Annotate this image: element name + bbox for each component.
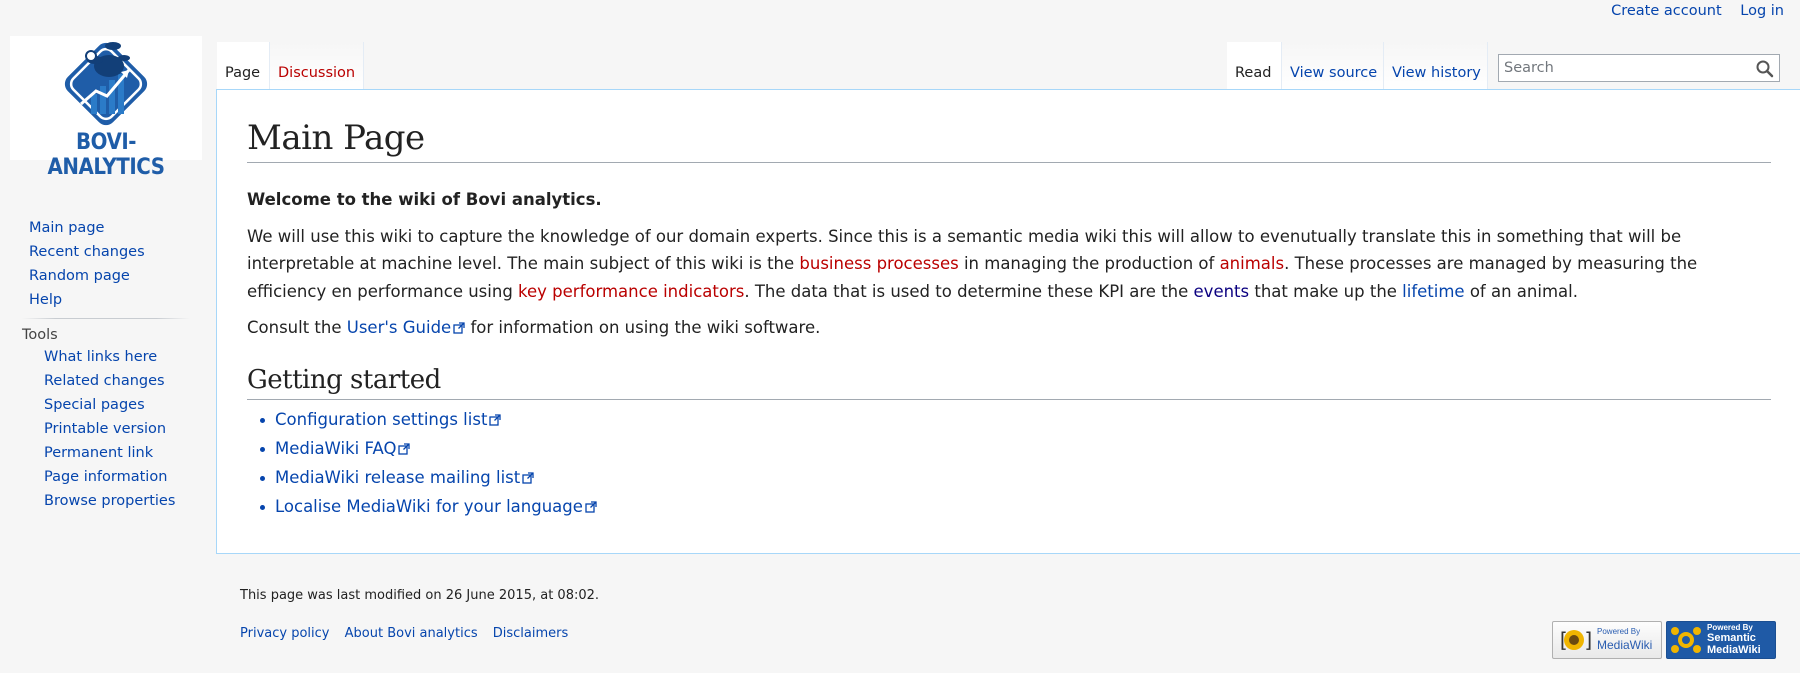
list-item: MediaWiki FAQ [260, 434, 597, 463]
business-processes-link[interactable]: business processes [799, 254, 958, 273]
sidebar-item-help: Help [29, 288, 200, 312]
site-logo[interactable]: BOVI-ANALYTICS [10, 36, 202, 180]
tab-read-label: Read [1235, 65, 1272, 81]
intro-text-4: . The data that is used to determine the… [744, 281, 1194, 301]
sidebar-item-browse-properties: Browse properties [44, 489, 200, 513]
users-guide-label: User's Guide [346, 318, 452, 337]
animals-link[interactable]: animals [1220, 254, 1285, 273]
badge-mw-line1: Powered By [1597, 627, 1641, 636]
browse-properties-link[interactable]: Browse properties [44, 493, 175, 509]
list-item: Configuration settings list [260, 405, 597, 434]
list-item: MediaWiki release mailing list [260, 463, 597, 492]
badge-smw-line3: MediaWiki [1707, 644, 1761, 656]
external-link-icon [522, 472, 534, 484]
release-mailing-list-link[interactable]: MediaWiki release mailing list [275, 468, 534, 487]
badge-mw-line2: MediaWiki [1597, 638, 1653, 652]
localise-mediawiki-label: Localise MediaWiki for your language [275, 497, 583, 516]
external-link-icon [453, 322, 465, 334]
welcome-text: Welcome to the wiki of Bovi analytics. [247, 190, 602, 209]
tab-view-history[interactable]: View history [1384, 42, 1488, 90]
mediawiki-faq-label: MediaWiki FAQ [275, 439, 397, 458]
powered-by-mediawiki-badge[interactable]: [ ] Powered By MediaWiki [1552, 621, 1662, 659]
sidebar-item-permanent-link: Permanent link [44, 441, 200, 465]
tab-view-source-label: View source [1290, 65, 1378, 81]
external-link-icon [398, 443, 411, 455]
mediawiki-faq-link[interactable]: MediaWiki FAQ [275, 439, 411, 458]
permanent-link[interactable]: Permanent link [44, 445, 153, 461]
search-box [1498, 54, 1780, 82]
sidebar-item-special-pages: Special pages [44, 393, 200, 417]
smw-network-icon [1671, 627, 1701, 653]
footer-links: Privacy policy About Bovi analytics Disc… [240, 626, 579, 641]
help-link[interactable]: Help [29, 292, 62, 308]
sidebar-item-printable-version: Printable version [44, 417, 200, 441]
tools-list: What links here Related changes Special … [0, 345, 200, 513]
sidebar-item-related-changes: Related changes [44, 369, 200, 393]
page-information-link[interactable]: Page information [44, 469, 167, 485]
intro-text-5: that make up the [1249, 281, 1403, 301]
tab-read[interactable]: Read [1227, 42, 1282, 90]
intro-text-6: of an animal. [1464, 281, 1578, 301]
tools-heading: Tools [22, 327, 58, 343]
personal-tools: Create account Log in [1597, 3, 1784, 19]
recent-changes-link[interactable]: Recent changes [29, 244, 145, 260]
body-text: Welcome to the wiki of Bovi analytics. W… [247, 186, 1774, 351]
configuration-settings-label: Configuration settings list [275, 410, 488, 429]
intro-paragraph: We will use this wiki to capture the kno… [247, 223, 1774, 306]
sidebar-divider [22, 318, 190, 319]
privacy-policy-link[interactable]: Privacy policy [240, 626, 329, 641]
external-link-icon [585, 501, 597, 513]
getting-started-heading: Getting started [247, 362, 1771, 400]
last-modified-text: This page was last modified on 26 June 2… [240, 588, 600, 603]
badge-smw-line1: Powered By [1707, 623, 1753, 632]
printable-version-link[interactable]: Printable version [44, 421, 166, 437]
svg-text:]: ] [1583, 628, 1591, 652]
tab-view-source[interactable]: View source [1282, 42, 1384, 90]
log-in-link[interactable]: Log in [1740, 3, 1784, 19]
tab-view-history-label: View history [1392, 65, 1481, 81]
create-account-link[interactable]: Create account [1611, 3, 1722, 19]
tab-discussion[interactable]: Discussion [270, 42, 364, 90]
events-link[interactable]: events [1194, 282, 1250, 301]
special-pages-link[interactable]: Special pages [44, 397, 145, 413]
consult-paragraph: Consult the User's Guide for information… [247, 314, 1774, 342]
localise-mediawiki-link[interactable]: Localise MediaWiki for your language [275, 497, 597, 516]
consult-text-2: for information on using the wiki softwa… [465, 318, 821, 337]
page-title: Main Page [247, 116, 1771, 163]
intro-text-2: in managing the production of [958, 254, 1220, 273]
tab-discussion-label: Discussion [278, 65, 356, 81]
sidebar-item-page-information: Page information [44, 465, 200, 489]
related-changes-link[interactable]: Related changes [44, 373, 165, 389]
main-page-link[interactable]: Main page [29, 220, 104, 236]
external-link-icon [489, 414, 502, 426]
tab-page-label: Page [225, 65, 261, 81]
lifetime-link[interactable]: lifetime [1402, 282, 1464, 301]
sidebar-item-recent-changes: Recent changes [29, 240, 200, 264]
logo-text: BOVI-ANALYTICS [47, 130, 165, 180]
main-content: Main Page Welcome to the wiki of Bovi an… [216, 89, 1800, 554]
random-page-link[interactable]: Random page [29, 268, 130, 284]
search-input[interactable] [1499, 55, 1759, 81]
sidebar-item-main-page: Main page [29, 216, 200, 240]
getting-started-list: Configuration settings list MediaWiki FA… [247, 405, 597, 521]
tab-page[interactable]: Page [217, 42, 270, 90]
users-guide-link[interactable]: User's Guide [347, 318, 465, 337]
badge-smw-line2: Semantic [1707, 632, 1756, 644]
what-links-here-link[interactable]: What links here [44, 349, 157, 365]
sunflower-icon: [ ] [1557, 628, 1591, 652]
sidebar-item-random-page: Random page [29, 264, 200, 288]
configuration-settings-link[interactable]: Configuration settings list [275, 410, 502, 429]
sidebar-item-what-links-here: What links here [44, 345, 200, 369]
consult-text-1: Consult the [247, 318, 347, 337]
bovi-logo-icon [64, 42, 148, 126]
list-item: Localise MediaWiki for your language [260, 492, 597, 521]
search-icon[interactable] [1755, 59, 1775, 79]
sidebar: Main page Recent changes Random page Hel… [0, 216, 200, 513]
disclaimers-link[interactable]: Disclaimers [493, 626, 569, 641]
powered-by-semantic-mediawiki-badge[interactable]: Powered By Semantic MediaWiki [1666, 621, 1776, 659]
navigation-list: Main page Recent changes Random page Hel… [0, 216, 200, 312]
kpi-link[interactable]: key performance indicators [518, 282, 744, 301]
about-link[interactable]: About Bovi analytics [345, 626, 478, 641]
release-mailing-list-label: MediaWiki release mailing list [275, 468, 521, 487]
